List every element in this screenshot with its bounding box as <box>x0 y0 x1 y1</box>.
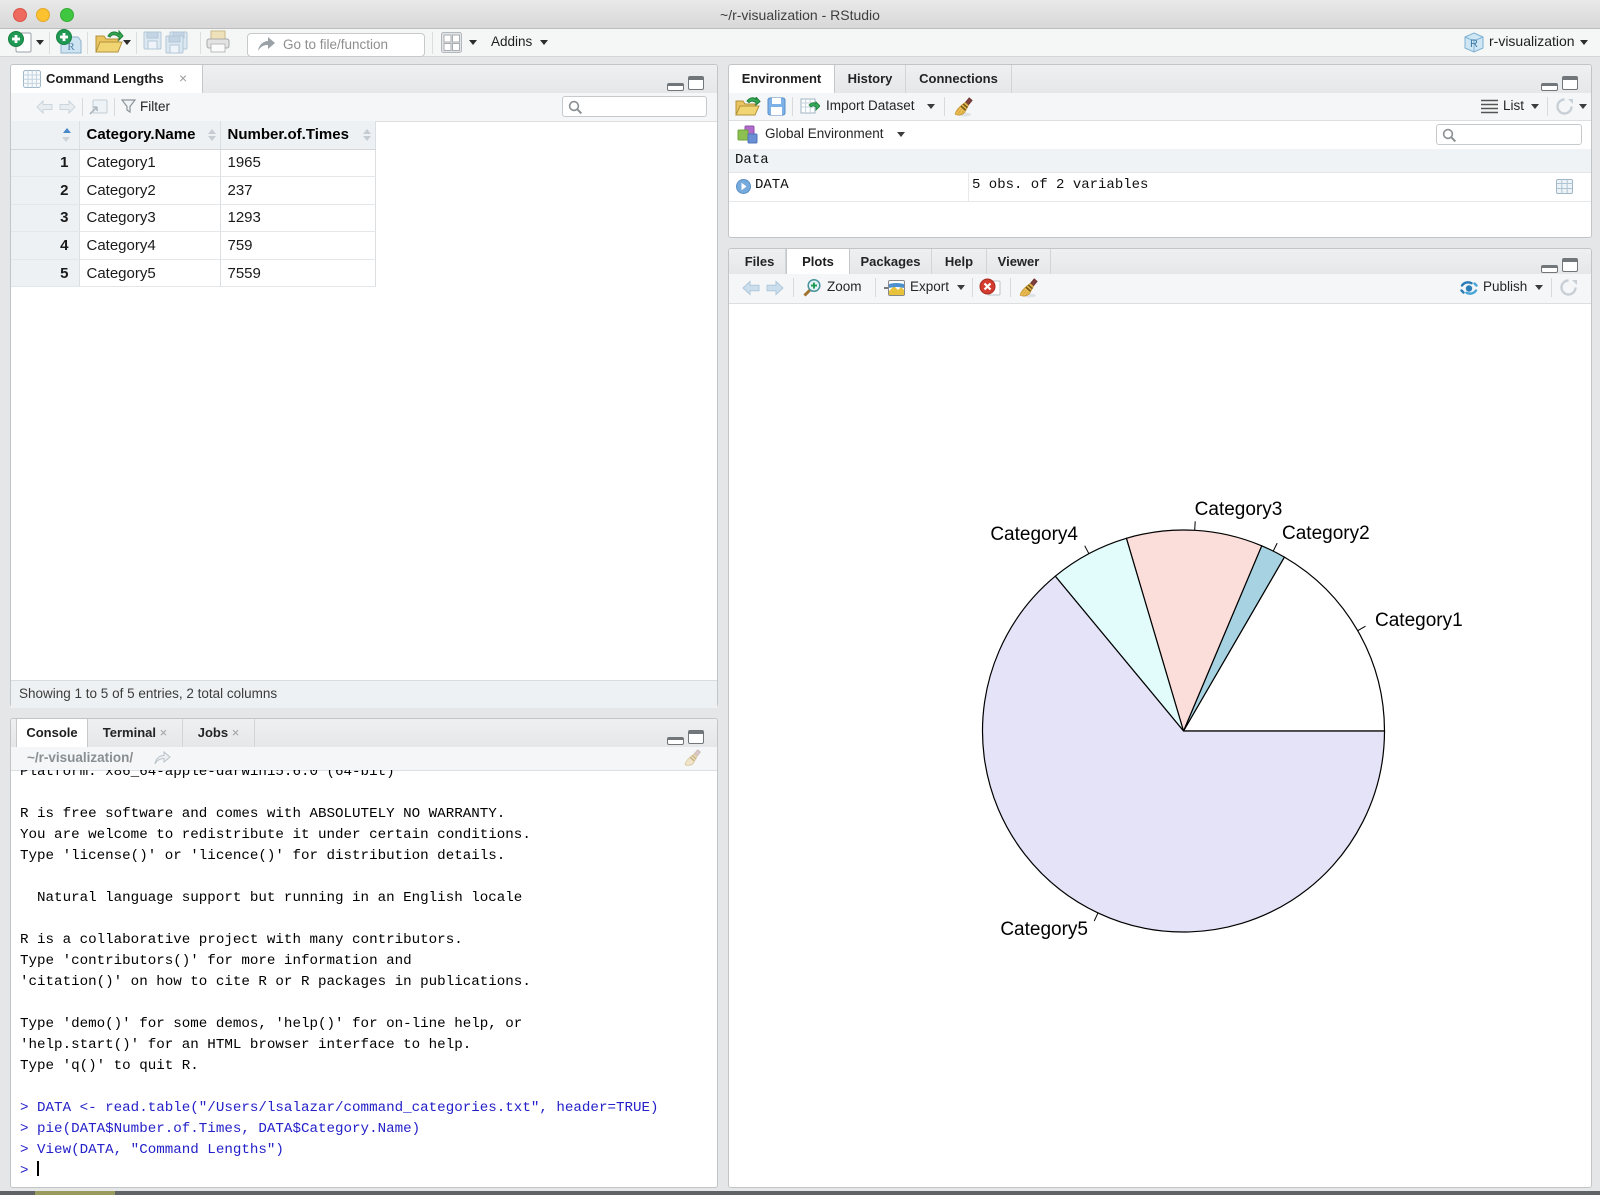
svg-text:R: R <box>1470 38 1478 50</box>
svg-text:Category2: Category2 <box>1282 523 1370 544</box>
svg-text:Category1: Category1 <box>1375 610 1463 631</box>
svg-text:Category5: Category5 <box>1000 919 1088 940</box>
svg-text:Category3: Category3 <box>1195 499 1283 520</box>
svg-text:Category4: Category4 <box>990 524 1078 545</box>
